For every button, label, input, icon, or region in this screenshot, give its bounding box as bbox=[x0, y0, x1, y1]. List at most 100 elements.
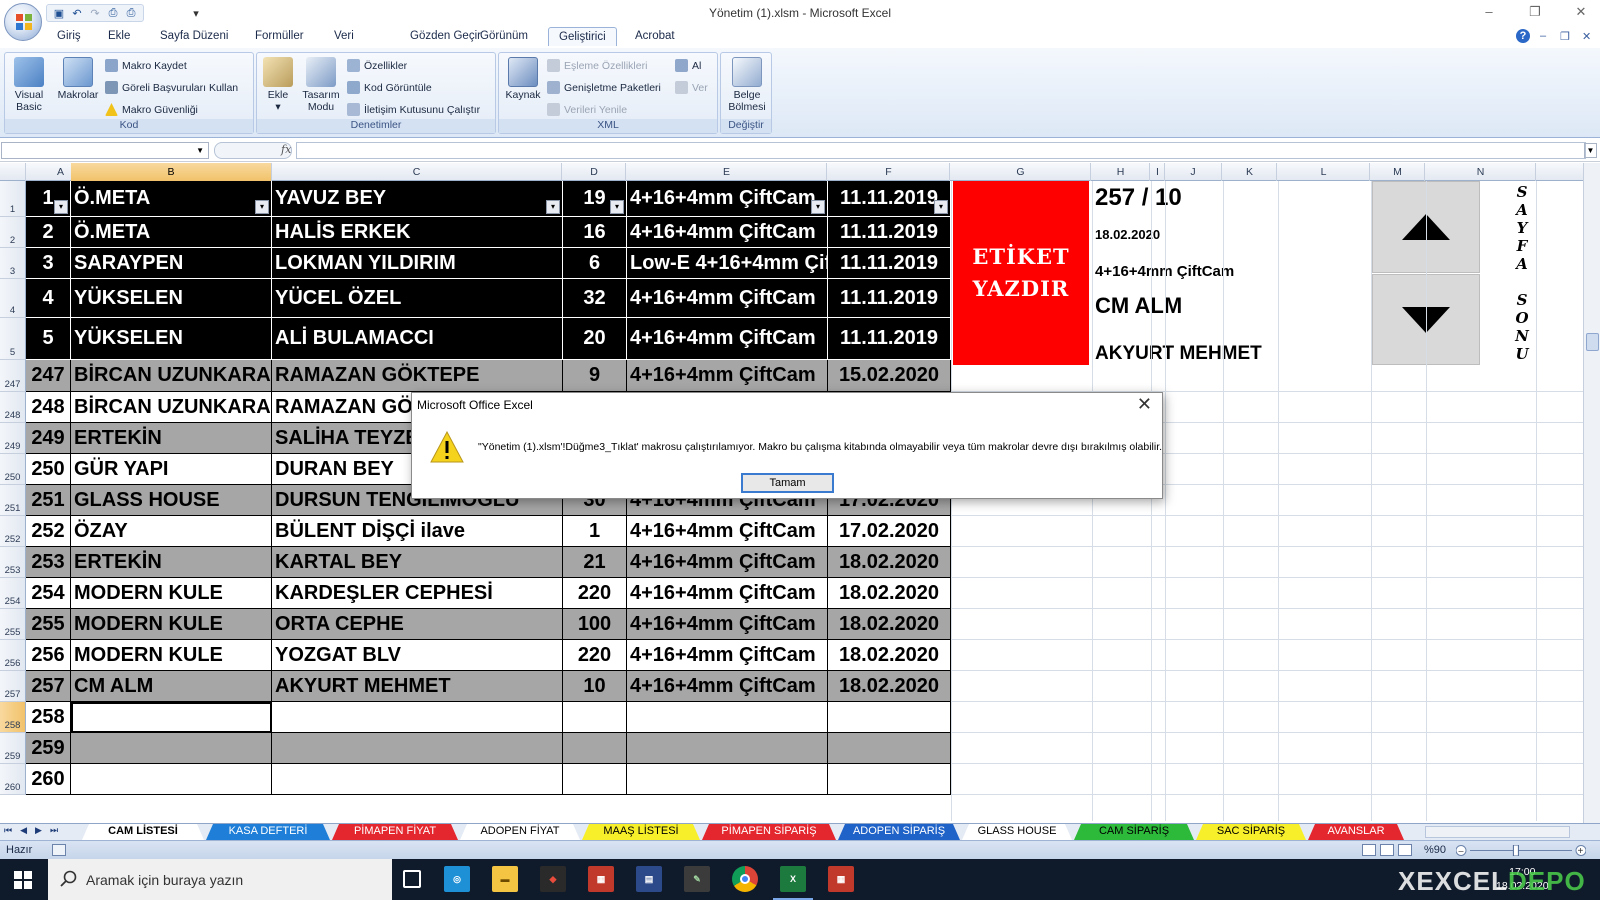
sheet-tab[interactable]: KASA DEFTERİ bbox=[206, 824, 330, 840]
tab-acrobat[interactable]: Acrobat bbox=[635, 30, 675, 42]
cell-no[interactable]: 252 bbox=[26, 516, 71, 547]
cell-musteri[interactable]: YOZGAT BLV bbox=[272, 640, 563, 671]
kaynak-button[interactable]: Kaynak bbox=[503, 57, 543, 101]
cell-firma[interactable]: BİRCAN UZUNKARA bbox=[71, 360, 272, 392]
cell-no[interactable]: 247 bbox=[26, 360, 71, 392]
tamam-button[interactable]: Tamam bbox=[741, 473, 834, 493]
cell-musteri[interactable]: ALİ BULAMACCI bbox=[272, 318, 563, 360]
cell-cam[interactable]: 4+16+4mm ÇiftCam ▾ bbox=[627, 181, 828, 217]
row-header[interactable]: 252 bbox=[0, 516, 26, 547]
cell-cam[interactable]: 4+16+4mm ÇiftCam bbox=[627, 516, 828, 547]
cell-musteri[interactable]: AKYURT MEHMET bbox=[272, 671, 563, 702]
chevron-down-icon[interactable]: ▼ bbox=[196, 146, 204, 155]
column-header[interactable]: J bbox=[1165, 163, 1222, 181]
cell-no[interactable]: 5 bbox=[26, 318, 71, 360]
genisletme-paketleri-button[interactable]: Genişletme Paketleri bbox=[547, 81, 661, 94]
row-header[interactable]: 250 bbox=[0, 454, 26, 485]
ver-button[interactable]: Ver bbox=[675, 81, 708, 94]
sheet-tab[interactable]: CAM SİPARİŞ bbox=[1074, 824, 1194, 840]
row-header[interactable]: 251 bbox=[0, 485, 26, 516]
cell-adet[interactable] bbox=[563, 733, 627, 764]
cell-adet[interactable]: 100 bbox=[563, 609, 627, 640]
filter-dropdown-icon[interactable]: ▾ bbox=[54, 200, 68, 214]
page-layout-icon[interactable] bbox=[1380, 844, 1394, 856]
cell-musteri[interactable]: HALİS ERKEK bbox=[272, 217, 563, 248]
column-header[interactable]: L bbox=[1278, 163, 1370, 181]
cell-adet[interactable]: 16 bbox=[563, 217, 627, 248]
prev-sheet-icon[interactable]: ◀ bbox=[20, 825, 27, 836]
first-sheet-icon[interactable]: ⏮ bbox=[4, 825, 12, 836]
cell-cam[interactable]: 4+16+4mm ÇiftCam bbox=[627, 640, 828, 671]
game-app-2-icon[interactable]: ▦ bbox=[828, 866, 854, 892]
cell-tarih[interactable] bbox=[828, 733, 951, 764]
makro-kaydet-button[interactable]: Makro Kaydet bbox=[105, 59, 187, 72]
row-header[interactable]: 249 bbox=[0, 423, 26, 454]
cell-no[interactable]: 249 bbox=[26, 423, 71, 454]
cell-firma[interactable]: BİRCAN UZUNKARA bbox=[71, 392, 272, 423]
app-icon[interactable]: ◎ bbox=[444, 866, 470, 892]
row-header[interactable]: 247 bbox=[0, 360, 26, 392]
name-box[interactable]: ▼ bbox=[1, 142, 209, 159]
cell-no[interactable]: 260 bbox=[26, 764, 71, 795]
last-sheet-icon[interactable]: ⏭ bbox=[50, 825, 58, 836]
column-header[interactable]: N bbox=[1426, 163, 1536, 181]
cell-tarih[interactable]: 17.02.2020 bbox=[828, 516, 951, 547]
cell-no[interactable]: 251 bbox=[26, 485, 71, 516]
cell-adet[interactable]: 220 bbox=[563, 640, 627, 671]
cell-adet[interactable]: 6 bbox=[563, 248, 627, 279]
scroll-thumb[interactable] bbox=[1586, 333, 1599, 351]
column-header[interactable]: M bbox=[1371, 163, 1425, 181]
cell-no[interactable]: 248 bbox=[26, 392, 71, 423]
tab-formuller[interactable]: Formüller bbox=[255, 30, 304, 42]
cell-adet[interactable]: 20 bbox=[563, 318, 627, 360]
cell-firma[interactable]: Ö.META ▾ bbox=[71, 181, 272, 217]
filter-dropdown-icon[interactable]: ▾ bbox=[811, 200, 825, 214]
start-button[interactable] bbox=[0, 859, 46, 900]
column-header[interactable]: B bbox=[71, 163, 272, 181]
column-header[interactable]: D bbox=[563, 163, 626, 181]
cell-no[interactable]: 1 ▾ bbox=[26, 181, 71, 217]
belge-bolmesi-button[interactable]: Belge Bölmesi bbox=[725, 57, 769, 113]
esleme-ozellikleri-button[interactable]: Eşleme Özellikleri bbox=[547, 59, 647, 72]
cell-cam[interactable]: 4+16+4mm ÇiftCam bbox=[627, 217, 828, 248]
cell-tarih[interactable]: 18.02.2020 bbox=[828, 640, 951, 671]
cell-musteri[interactable] bbox=[272, 733, 563, 764]
cell-tarih[interactable]: 11.11.2019 bbox=[828, 318, 951, 360]
cell-cam[interactable]: 4+16+4mm ÇiftCam bbox=[627, 547, 828, 578]
cell-firma[interactable]: ERTEKİN bbox=[71, 423, 272, 454]
cell-adet[interactable] bbox=[563, 764, 627, 795]
sheet-tab[interactable]: ADOPEN SİPARİŞ bbox=[838, 824, 960, 840]
cell-no[interactable]: 2 bbox=[26, 217, 71, 248]
column-header[interactable]: E bbox=[627, 163, 827, 181]
cell-firma[interactable] bbox=[71, 702, 272, 733]
cell-no[interactable]: 255 bbox=[26, 609, 71, 640]
cell-cam[interactable]: 4+16+4mm ÇiftCam bbox=[627, 671, 828, 702]
row-header[interactable]: 2 bbox=[0, 217, 26, 248]
cell-musteri[interactable]: ORTA CEPHE bbox=[272, 609, 563, 640]
cell-no[interactable]: 259 bbox=[26, 733, 71, 764]
tab-gelistirici[interactable]: Geliştirici bbox=[548, 27, 617, 46]
cell-no[interactable]: 254 bbox=[26, 578, 71, 609]
game-app-icon[interactable]: ▦ bbox=[588, 866, 614, 892]
cell-firma[interactable] bbox=[71, 733, 272, 764]
makro-guvenligi-button[interactable]: Makro Güvenliği bbox=[105, 103, 198, 116]
zoom-level[interactable]: %90 bbox=[1424, 844, 1446, 856]
cell-tarih[interactable]: 11.11.2019 bbox=[828, 279, 951, 318]
cell-musteri[interactable]: RAMAZAN GÖKTEPE bbox=[272, 360, 563, 392]
row-header[interactable]: 4 bbox=[0, 279, 26, 318]
cell-no[interactable]: 4 bbox=[26, 279, 71, 318]
insert-function-icon[interactable]: fx bbox=[281, 143, 291, 156]
select-all-corner[interactable] bbox=[0, 163, 26, 181]
row-header[interactable]: 1 bbox=[0, 181, 26, 217]
row-header[interactable]: 260 bbox=[0, 764, 26, 795]
formula-input[interactable] bbox=[296, 142, 1586, 159]
cell-firma[interactable]: MODERN KULE bbox=[71, 578, 272, 609]
cell-adet[interactable]: 32 bbox=[563, 279, 627, 318]
cell-firma[interactable]: MODERN KULE bbox=[71, 609, 272, 640]
cell-tarih[interactable] bbox=[828, 764, 951, 795]
ekle-button[interactable]: Ekle ▾ bbox=[261, 57, 295, 113]
cell-cam[interactable]: 4+16+4mm ÇiftCam bbox=[627, 318, 828, 360]
horizontal-scrollbar[interactable] bbox=[1425, 826, 1570, 838]
ribbon-close-icon[interactable]: ✕ bbox=[1582, 30, 1591, 43]
column-header[interactable]: C bbox=[272, 163, 562, 181]
